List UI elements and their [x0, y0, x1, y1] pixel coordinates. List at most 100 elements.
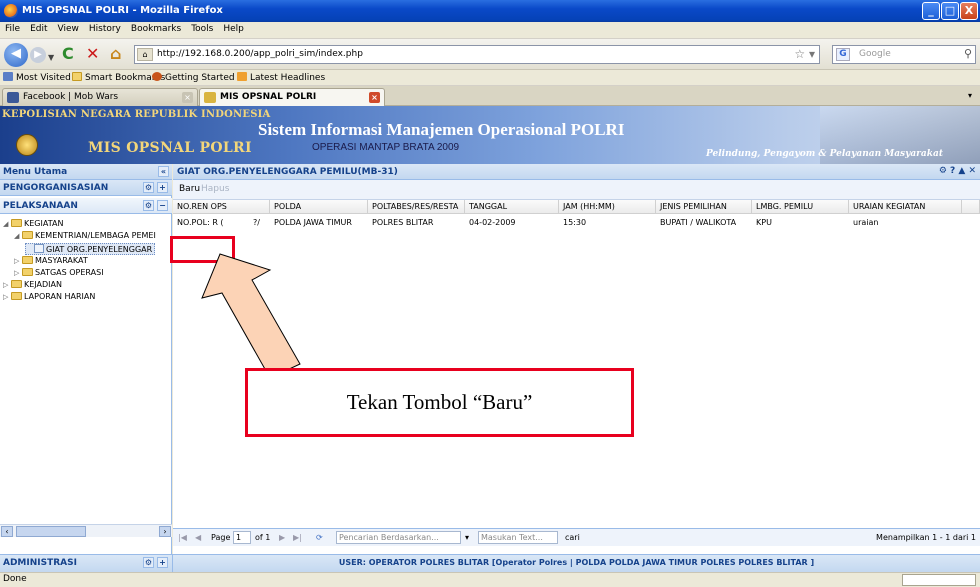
menu-file[interactable]: File — [0, 22, 25, 34]
cell-ren-ops[interactable]: NO.POL: R ( — [173, 215, 233, 229]
section-pengorganisasian[interactable]: PENGORGANISASIAN ⚙ + — [0, 180, 172, 196]
gear-icon[interactable]: ⚙ — [143, 182, 154, 193]
cell-polda[interactable]: POLDA JAWA TIMUR — [270, 215, 368, 229]
collapsed-arrow-icon[interactable]: ▷ — [14, 269, 22, 277]
search-placeholder[interactable]: Google — [859, 49, 891, 59]
tree-node-giat-org[interactable]: GIAT ORG.PENYELENGGAR — [25, 243, 156, 255]
close-window-button[interactable]: X — [960, 2, 978, 20]
history-dropdown-icon[interactable]: ▼ — [48, 47, 54, 69]
delete-button[interactable]: Hapus — [201, 184, 229, 194]
page-number-input[interactable]: 1 — [233, 531, 251, 544]
menu-bar: File Edit View History Bookmarks Tools Help — [0, 22, 980, 39]
expand-arrow-icon[interactable]: ◢ — [14, 232, 22, 240]
refresh-icon[interactable]: ⟳ — [316, 533, 323, 542]
back-icon[interactable]: ◀ — [4, 43, 28, 67]
column-header-spacer — [962, 200, 980, 214]
column-header[interactable]: LMBG. PEMILU — [752, 200, 849, 214]
tab-mis-opsnal[interactable]: MIS OPSNAL POLRI × — [199, 88, 385, 106]
search-box[interactable]: G Google ⚲ — [832, 45, 976, 64]
bookmark-star-icon[interactable]: ☆ ▾ — [794, 47, 815, 61]
home-icon[interactable]: ⌂ — [110, 43, 121, 65]
tab-facebook[interactable]: Facebook | Mob Wars × — [2, 88, 198, 106]
reload-icon[interactable]: C — [62, 43, 74, 65]
google-engine-icon[interactable]: G — [836, 48, 850, 61]
expand-plus-icon[interactable]: + — [157, 182, 168, 193]
dropdown-arrow-icon[interactable]: ▾ — [465, 533, 469, 542]
section-administrasi[interactable]: ADMINISTRASI ⚙ + — [0, 554, 173, 572]
scroll-right-icon[interactable]: › — [159, 526, 171, 537]
bookmark-label: Latest Headlines — [250, 73, 326, 83]
search-field-select[interactable]: Pencarian Berdasarkan... — [336, 531, 461, 544]
search-icon[interactable]: ⚲ — [964, 47, 972, 60]
panel-tool-icons[interactable]: ⚙ ? ▲ ✕ — [939, 166, 976, 176]
status-text: Done — [3, 574, 27, 584]
bookmark-most-visited[interactable]: Most Visited — [3, 72, 71, 83]
stop-icon[interactable]: ✕ — [86, 43, 99, 65]
maximize-button[interactable]: □ — [941, 2, 959, 20]
gear-icon[interactable]: ⚙ — [143, 200, 154, 211]
tree-node-kementrian[interactable]: ◢ KEMENTRIAN/LEMBAGA PEMEI — [14, 231, 156, 240]
cell-jenis-pemilihan[interactable]: BUPATI / WALIKOTA — [656, 215, 752, 229]
cell-jam[interactable]: 15:30 — [559, 215, 656, 229]
tree-node-satgas-operasi[interactable]: ▷ SATGAS OPERASI — [14, 268, 104, 277]
close-tab-icon[interactable]: × — [369, 92, 380, 103]
scroll-left-icon[interactable]: ‹ — [1, 526, 13, 537]
tree-node-laporan-harian[interactable]: ▷ LAPORAN HARIAN — [3, 292, 95, 301]
site-identity-icon[interactable]: ⌂ — [137, 48, 153, 61]
sidebar: Menu Utama « PENGORGANISASIAN ⚙ + PELAKS… — [0, 164, 172, 554]
column-header[interactable]: POLTABES/RES/RESTA — [368, 200, 465, 214]
search-text-input[interactable]: Masukan Text... — [478, 531, 558, 544]
search-button[interactable]: cari — [565, 533, 580, 542]
tree-label: SATGAS OPERASI — [35, 268, 104, 277]
tree-node-kejadian[interactable]: ▷ KEJADIAN — [3, 280, 62, 289]
collapse-left-icon[interactable]: « — [158, 166, 169, 177]
column-header[interactable]: NO.REN OPS — [173, 200, 270, 214]
cell-lembaga[interactable]: KPU — [752, 215, 849, 229]
url-bar[interactable]: ⌂ http://192.168.0.200/app_polri_sim/ind… — [134, 45, 820, 64]
forward-icon[interactable]: ▶ — [30, 47, 46, 63]
url-text[interactable]: http://192.168.0.200/app_polri_sim/index… — [157, 49, 363, 59]
collapsed-arrow-icon[interactable]: ▷ — [14, 257, 22, 265]
section-pelaksanaan[interactable]: PELAKSANAAN ⚙ − — [0, 198, 172, 214]
column-header[interactable]: POLDA — [270, 200, 368, 214]
bookmark-getting-started[interactable]: Getting Started — [152, 72, 235, 83]
most-visited-icon — [3, 72, 13, 81]
close-tab-icon[interactable]: × — [182, 92, 193, 103]
column-header[interactable]: URAIAN KEGIATAN — [849, 200, 962, 214]
expand-arrow-icon[interactable]: ◢ — [3, 220, 11, 228]
next-page-icon[interactable]: ▶ — [279, 533, 285, 542]
column-header[interactable]: TANGGAL — [465, 200, 559, 214]
tab-list-icon[interactable]: ▾ — [968, 91, 972, 100]
last-page-icon[interactable]: ▶| — [293, 533, 302, 542]
menu-view[interactable]: View — [53, 22, 84, 34]
new-button[interactable]: Baru — [179, 184, 200, 194]
cell-overlap-fragment[interactable]: ?/ — [249, 215, 269, 229]
collapse-minus-icon[interactable]: − — [157, 200, 168, 211]
column-header[interactable]: JENIS PEMILIHAN — [656, 200, 752, 214]
status-progress-box — [902, 574, 976, 586]
column-header[interactable]: JAM (HH:MM) — [559, 200, 656, 214]
bookmark-latest-headlines[interactable]: Latest Headlines — [237, 72, 325, 83]
gear-icon[interactable]: ⚙ — [143, 557, 154, 568]
prev-page-icon[interactable]: ◀ — [195, 533, 201, 542]
menu-help[interactable]: Help — [218, 22, 249, 34]
expand-plus-icon[interactable]: + — [157, 557, 168, 568]
scroll-thumb[interactable] — [16, 526, 86, 537]
collapsed-arrow-icon[interactable]: ▷ — [3, 293, 11, 301]
first-page-icon[interactable]: |◀ — [178, 533, 187, 542]
menu-tools[interactable]: Tools — [186, 22, 218, 34]
cell-tanggal[interactable]: 04-02-2009 — [465, 215, 559, 229]
tree-node-masyarakat[interactable]: ▷ MASYARAKAT — [14, 256, 88, 265]
sidebar-horizontal-scrollbar[interactable]: ‹ › — [0, 524, 172, 537]
section-label: PELAKSANAAN — [3, 201, 78, 211]
folder-open-icon — [22, 231, 33, 239]
menu-bookmarks[interactable]: Bookmarks — [126, 22, 186, 34]
minimize-button[interactable]: _ — [922, 2, 940, 20]
menu-history[interactable]: History — [84, 22, 126, 34]
main-panel-header: GIAT ORG.PENYELENGGARA PEMILU(MB-31) ⚙ ?… — [173, 164, 980, 180]
cell-uraian[interactable]: uraian — [849, 215, 962, 229]
collapsed-arrow-icon[interactable]: ▷ — [3, 281, 11, 289]
cell-polres[interactable]: POLRES BLITAR — [368, 215, 465, 229]
tree-node-kegiatan[interactable]: ◢ KEGIATAN — [3, 219, 63, 228]
menu-edit[interactable]: Edit — [25, 22, 52, 34]
